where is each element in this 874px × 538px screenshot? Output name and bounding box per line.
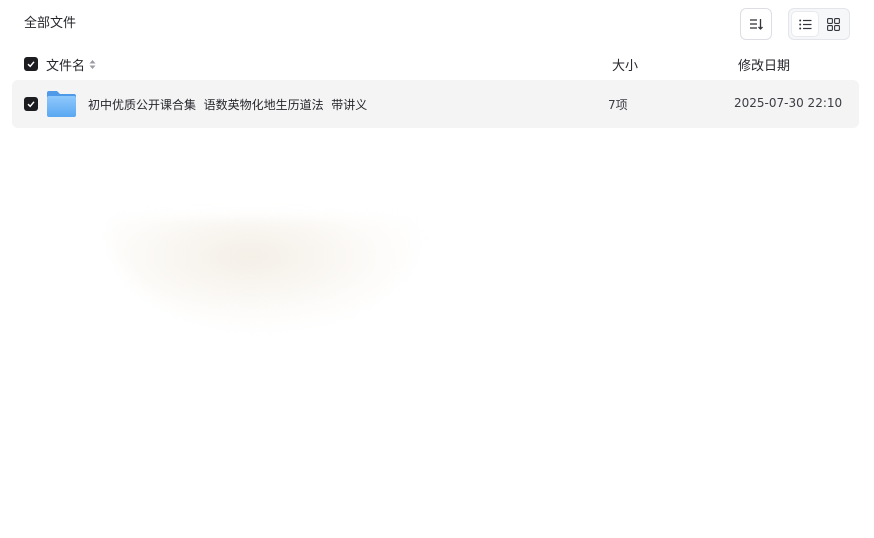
view-mode-toggle [788, 8, 850, 40]
folder-icon [47, 91, 76, 117]
breadcrumb-all-files[interactable]: 全部文件 [24, 15, 76, 33]
checkmark-icon [27, 101, 35, 108]
checkmark-icon [27, 61, 35, 68]
table-row[interactable]: 初中优质公开课合集 语数英物化地生历道法 带讲义 7项 2025-07-30 2… [12, 80, 859, 128]
table-header: 文件名 大小 修改日期 [0, 52, 874, 76]
sort-button[interactable] [740, 8, 772, 40]
column-header-name[interactable]: 文件名 [46, 55, 96, 74]
column-header-size[interactable]: 大小 [612, 55, 638, 74]
file-browser: 全部文件 文件名 大小 修改日期 初中优质公开课合集 语数英物化地生历道法 带讲… [0, 0, 874, 538]
background-blur-decoration [110, 218, 420, 328]
row-checkbox[interactable] [24, 97, 38, 111]
file-modified-date: 2025-07-30 22:10 [734, 96, 843, 110]
select-all-checkbox[interactable] [24, 57, 38, 71]
sort-icon [750, 19, 763, 30]
list-view-icon [798, 19, 811, 29]
column-name-label: 文件名 [46, 59, 86, 74]
file-size: 7项 [608, 98, 628, 112]
grid-view-icon [826, 17, 840, 31]
grid-view-button[interactable] [820, 12, 846, 36]
list-view-button[interactable] [792, 12, 818, 36]
column-header-modified[interactable]: 修改日期 [738, 55, 790, 74]
sort-toggle-icon [89, 60, 96, 69]
file-name[interactable]: 初中优质公开课合集 语数英物化地生历道法 带讲义 [88, 96, 367, 113]
